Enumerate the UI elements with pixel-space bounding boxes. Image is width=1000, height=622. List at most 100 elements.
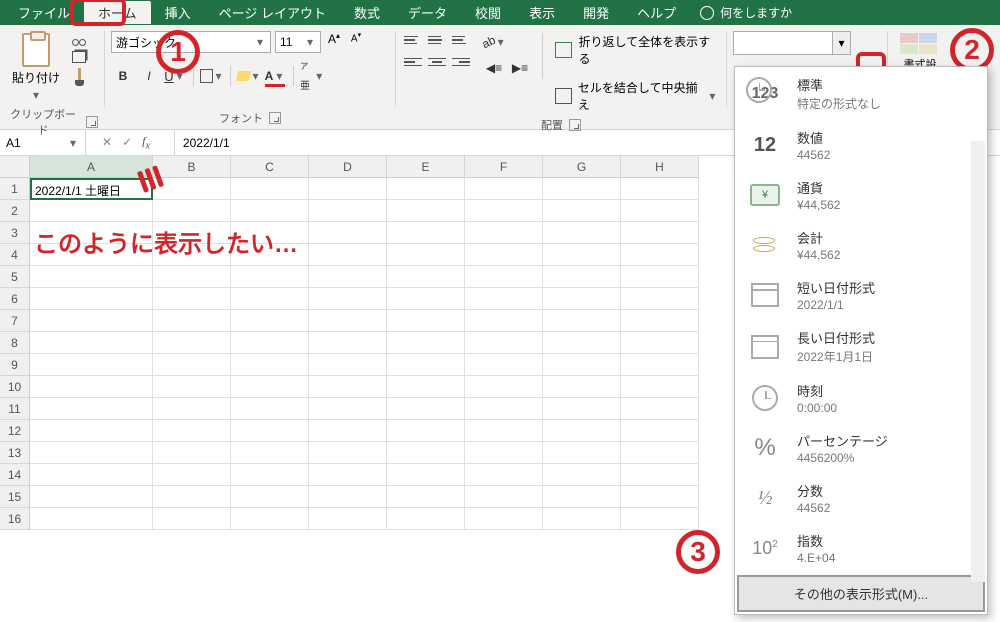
cell[interactable] [153, 508, 231, 530]
cell[interactable] [387, 222, 465, 244]
cell[interactable] [543, 464, 621, 486]
cell[interactable] [30, 420, 153, 442]
cell[interactable] [309, 486, 387, 508]
cell[interactable] [621, 332, 699, 354]
format-option-8[interactable]: ½分数44562 [735, 473, 987, 523]
cell[interactable] [387, 354, 465, 376]
select-all-corner[interactable] [0, 156, 30, 178]
menu-insert[interactable]: 挿入 [151, 1, 205, 24]
cell[interactable] [543, 398, 621, 420]
borders-button[interactable]: ▾ [200, 65, 224, 87]
cell[interactable] [387, 464, 465, 486]
menu-pagelayout[interactable]: ページ レイアウト [205, 1, 340, 24]
cell[interactable] [153, 310, 231, 332]
align-left-button[interactable] [402, 53, 424, 71]
menu-view[interactable]: 表示 [515, 1, 569, 24]
cell[interactable] [543, 288, 621, 310]
cell[interactable] [465, 420, 543, 442]
cell[interactable] [153, 420, 231, 442]
col-header-F[interactable]: F [465, 156, 543, 178]
cell[interactable] [30, 354, 153, 376]
wrap-text-button[interactable]: 折り返して全体を表示する [553, 31, 720, 69]
cell[interactable] [621, 310, 699, 332]
row-header[interactable]: 10 [0, 376, 30, 398]
cell[interactable] [231, 376, 309, 398]
cell[interactable] [543, 266, 621, 288]
cell[interactable] [309, 354, 387, 376]
cell[interactable] [309, 310, 387, 332]
increase-font-button[interactable]: A▴ [325, 31, 343, 53]
cell[interactable] [621, 266, 699, 288]
cell[interactable] [30, 442, 153, 464]
cell[interactable] [465, 288, 543, 310]
cell[interactable] [543, 442, 621, 464]
cell[interactable] [309, 266, 387, 288]
cell[interactable] [231, 310, 309, 332]
row-header[interactable]: 12 [0, 420, 30, 442]
cell[interactable] [309, 442, 387, 464]
number-format-combo[interactable]: ▾ [733, 31, 851, 55]
dialog-launcher-icon[interactable] [569, 119, 581, 131]
row-header[interactable]: 8 [0, 332, 30, 354]
cell[interactable] [309, 288, 387, 310]
cell[interactable] [309, 464, 387, 486]
format-option-1[interactable]: 12数値44562 [735, 120, 987, 170]
cell[interactable] [543, 420, 621, 442]
row-header[interactable]: 7 [0, 310, 30, 332]
dialog-launcher-icon[interactable] [86, 116, 98, 128]
cell[interactable] [309, 376, 387, 398]
col-header-C[interactable]: C [231, 156, 309, 178]
cell[interactable] [309, 398, 387, 420]
cell[interactable] [309, 200, 387, 222]
cell[interactable] [543, 508, 621, 530]
fx-icon[interactable]: fx [142, 134, 158, 151]
menu-developer[interactable]: 開発 [569, 1, 623, 24]
cell[interactable] [231, 332, 309, 354]
cell[interactable] [231, 486, 309, 508]
fill-color-button[interactable]: ▾ [237, 65, 261, 87]
format-option-3[interactable]: 会計¥44,562 [735, 220, 987, 270]
cell[interactable] [231, 420, 309, 442]
font-size-combo[interactable]: 11▾ [275, 31, 321, 53]
cell[interactable] [153, 464, 231, 486]
cell[interactable] [621, 420, 699, 442]
dropdown-scrollbar[interactable] [971, 141, 985, 582]
cell[interactable] [153, 288, 231, 310]
cell[interactable] [231, 354, 309, 376]
cell[interactable] [387, 442, 465, 464]
cell[interactable] [543, 244, 621, 266]
cell[interactable] [309, 508, 387, 530]
cell[interactable] [231, 398, 309, 420]
cell[interactable] [30, 376, 153, 398]
cell[interactable] [543, 200, 621, 222]
cell[interactable] [30, 464, 153, 486]
cell[interactable] [231, 200, 309, 222]
cell[interactable] [621, 508, 699, 530]
row-header[interactable]: 9 [0, 354, 30, 376]
cell[interactable] [543, 178, 621, 200]
name-box[interactable]: A1▾ [0, 130, 86, 155]
cell[interactable] [621, 222, 699, 244]
align-right-button[interactable] [450, 53, 472, 71]
cell[interactable] [621, 442, 699, 464]
paste-button[interactable]: 貼り付け ▾ [6, 31, 66, 104]
cell[interactable] [465, 464, 543, 486]
enter-formula-button[interactable]: ✓ [122, 135, 132, 149]
cell[interactable] [153, 332, 231, 354]
cell[interactable] [387, 332, 465, 354]
menu-review[interactable]: 校閲 [461, 1, 515, 24]
align-top-button[interactable] [402, 31, 424, 49]
cell[interactable] [153, 354, 231, 376]
cell[interactable] [465, 200, 543, 222]
cell[interactable] [30, 398, 153, 420]
menu-data[interactable]: データ [394, 1, 461, 24]
cell[interactable] [387, 288, 465, 310]
cell[interactable] [465, 486, 543, 508]
col-header-E[interactable]: E [387, 156, 465, 178]
cell[interactable] [621, 200, 699, 222]
cell[interactable] [309, 420, 387, 442]
format-option-6[interactable]: 時刻0:00:00 [735, 373, 987, 423]
cell[interactable] [465, 178, 543, 200]
cell[interactable] [465, 222, 543, 244]
format-painter-button[interactable] [70, 67, 88, 83]
